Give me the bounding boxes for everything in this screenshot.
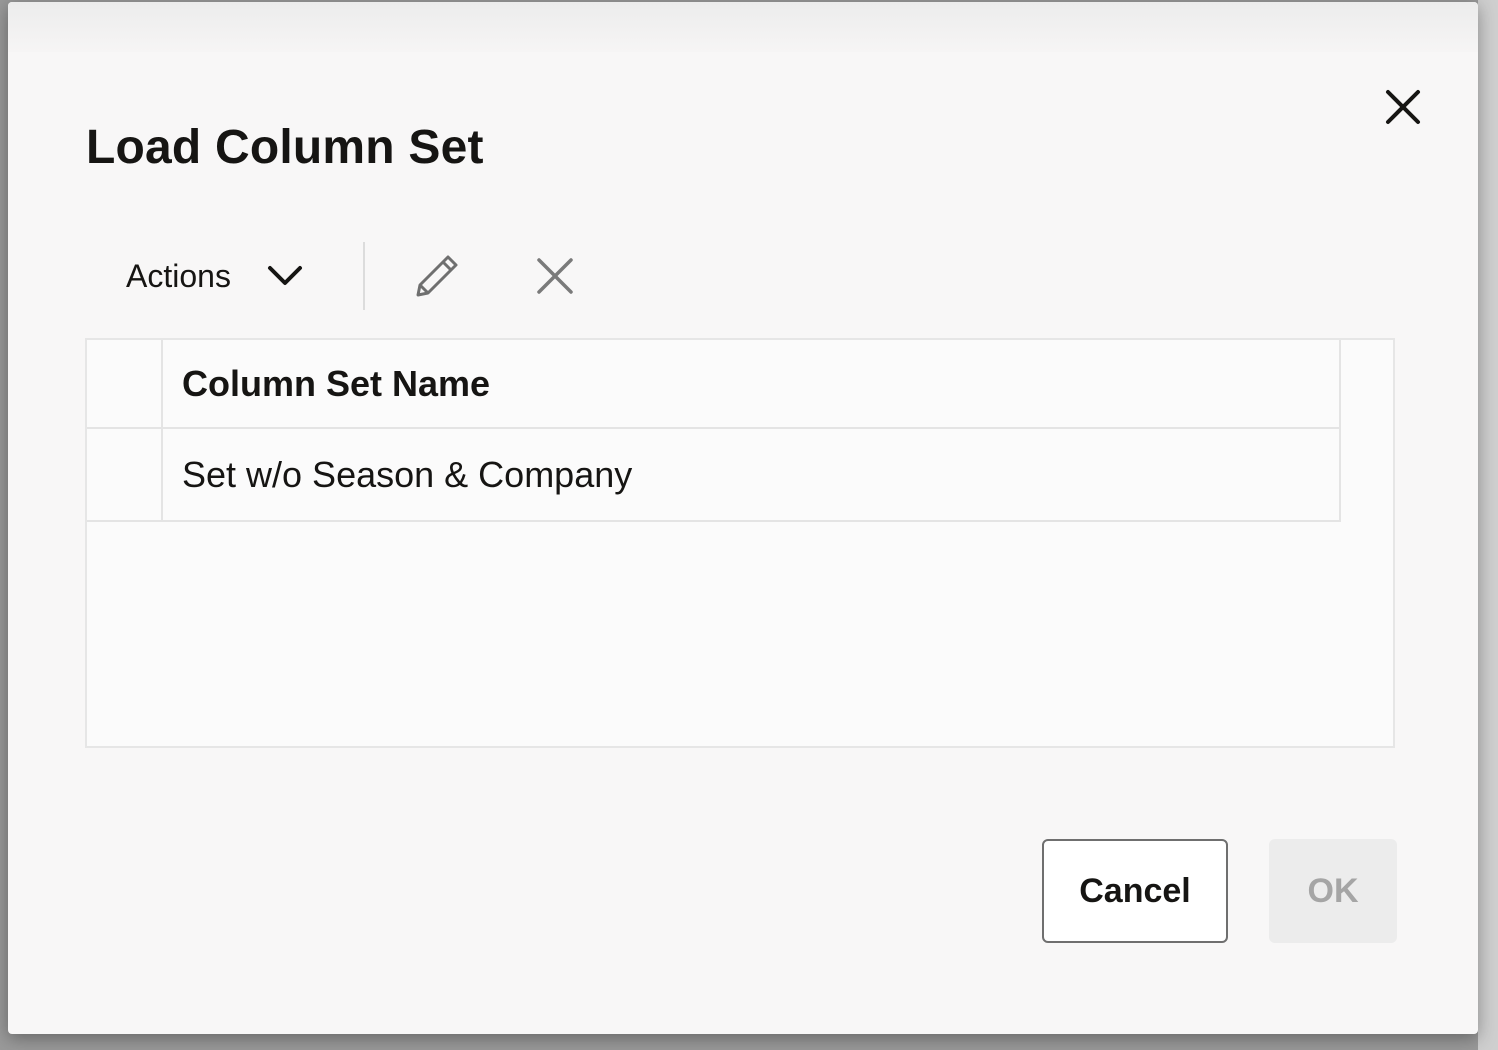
ok-button[interactable]: OK (1269, 839, 1397, 943)
chevron-down-icon (267, 265, 303, 287)
dialog-header-band (8, 2, 1478, 52)
pencil-icon (416, 255, 458, 297)
cancel-button[interactable]: Cancel (1042, 839, 1228, 943)
x-icon (537, 258, 573, 294)
column-set-name-cell[interactable]: Set w/o Season & Company (161, 427, 1341, 522)
column-set-table: Column Set Name Set w/o Season & Company (85, 338, 1395, 748)
actions-label: Actions (126, 257, 231, 294)
background-edge (1478, 0, 1498, 1050)
selection-header-cell (87, 340, 163, 429)
row-selector-cell[interactable] (87, 427, 163, 522)
toolbar-divider (362, 242, 365, 310)
close-button[interactable] (1378, 82, 1428, 132)
close-icon (1386, 90, 1420, 124)
column-set-grid: Column Set Name Set w/o Season & Company (87, 340, 1341, 522)
table-toolbar: Actions (108, 240, 587, 312)
edit-button[interactable] (405, 244, 469, 308)
column-header-name[interactable]: Column Set Name (161, 340, 1341, 429)
table-row[interactable]: Set w/o Season & Company (87, 427, 1341, 522)
delete-button[interactable] (523, 244, 587, 308)
actions-menu-button[interactable]: Actions (108, 246, 321, 306)
table-header-row: Column Set Name (87, 340, 1341, 429)
dialog-title: Load Column Set (86, 121, 484, 174)
load-column-set-dialog: Load Column Set Actions Column Set Name … (8, 2, 1478, 1034)
